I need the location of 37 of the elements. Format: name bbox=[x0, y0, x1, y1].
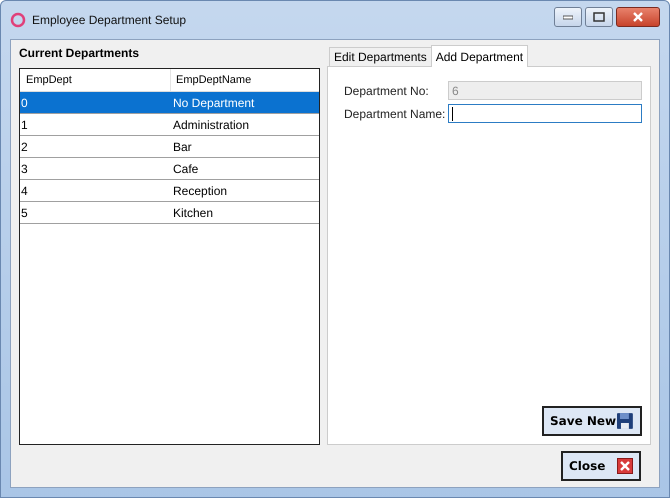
maximize-button[interactable] bbox=[585, 7, 613, 27]
table-cell-text: Bar bbox=[172, 138, 193, 156]
table-row[interactable]: 0 No Department bbox=[20, 92, 319, 114]
table-cell-text: 2 bbox=[20, 138, 29, 156]
table-cell-text: 0 bbox=[20, 94, 29, 112]
table-cell-text: Administration bbox=[172, 116, 250, 134]
close-icon bbox=[632, 12, 644, 22]
section-heading: Current Departments bbox=[19, 45, 140, 62]
table-cell-text: Kitchen bbox=[172, 204, 214, 222]
column-header[interactable]: EmpDept bbox=[20, 69, 170, 91]
table-row[interactable]: 4 Reception bbox=[20, 180, 319, 202]
table-cell-text: Reception bbox=[172, 182, 228, 200]
tab[interactable]: Edit Departments bbox=[329, 47, 432, 66]
close-dialog-button[interactable]: Close bbox=[561, 451, 641, 481]
table-row[interactable]: 2 Bar bbox=[20, 136, 319, 158]
table-cell-text: 1 bbox=[20, 116, 29, 134]
field-label: Department No: bbox=[344, 84, 430, 98]
table-cell-text: Cafe bbox=[172, 160, 200, 178]
field-label: Department Name: bbox=[344, 106, 446, 120]
table-cell-text: 5 bbox=[20, 204, 29, 222]
input-field[interactable] bbox=[448, 104, 642, 123]
table-cell-text: 4 bbox=[20, 182, 29, 200]
table-cell-text: No Department bbox=[172, 94, 256, 112]
window-title: Employee Department Setup bbox=[32, 13, 186, 27]
column-header[interactable]: EmpDeptName bbox=[170, 69, 319, 91]
table-row[interactable]: 3 Cafe bbox=[20, 158, 319, 180]
maximize-icon bbox=[593, 12, 605, 22]
minimize-button[interactable] bbox=[554, 7, 582, 27]
close-icon bbox=[617, 458, 633, 474]
ring-icon bbox=[10, 12, 26, 28]
close-button[interactable] bbox=[616, 7, 660, 27]
table-cell-text: 3 bbox=[20, 160, 29, 178]
tab[interactable]: Add Department bbox=[430, 45, 528, 67]
table-row[interactable]: 1 Administration bbox=[20, 114, 319, 136]
table-row[interactable]: 5 Kitchen bbox=[20, 202, 319, 224]
minimize-icon bbox=[563, 14, 573, 20]
save-new-button[interactable]: Save New bbox=[542, 406, 642, 436]
